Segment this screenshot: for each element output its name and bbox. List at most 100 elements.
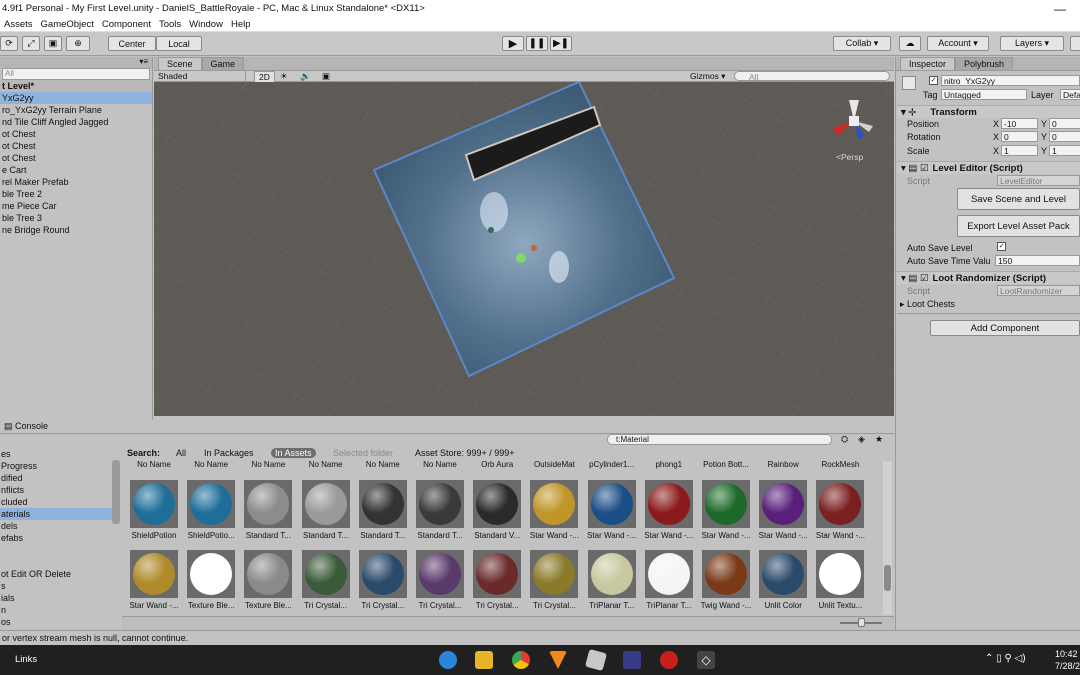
loot-chests-foldout[interactable]: ▸ Loot Chests	[900, 299, 955, 310]
hierarchy-item[interactable]: rel Maker Prefab	[0, 176, 152, 188]
app-icon-3[interactable]	[660, 651, 678, 669]
material-asset[interactable]: Standard V...	[469, 480, 525, 540]
material-asset[interactable]: Standard T...	[240, 480, 296, 540]
auto-save-time-field[interactable]: 150	[995, 255, 1080, 266]
export-asset-pack-button[interactable]: Export Level Asset Pack	[957, 215, 1080, 237]
material-asset[interactable]: Tri Crystal...	[469, 550, 525, 610]
folder-item[interactable]: efabs	[0, 532, 112, 544]
tray-icons[interactable]: ⌃ ▯ ⚲ ◁)	[985, 653, 1026, 664]
auto-save-checkbox[interactable]: ✓	[997, 242, 1006, 251]
folder-item[interactable]: ials	[0, 592, 112, 604]
folder-item[interactable]	[0, 556, 112, 568]
asset-name-label[interactable]: OutsideMat	[526, 460, 582, 469]
effects-icon[interactable]: ▣	[322, 71, 330, 82]
folder-item[interactable]: cluded	[0, 496, 112, 508]
clock-date[interactable]: 7/28/2	[1055, 661, 1080, 671]
material-asset[interactable]: Star Wand -...	[641, 480, 697, 540]
links-toolbar[interactable]: Links	[15, 654, 37, 665]
asset-name-label[interactable]: No Name	[412, 460, 468, 469]
account-dropdown[interactable]: Account ▾	[927, 36, 989, 51]
folder-item[interactable]: os	[0, 616, 112, 626]
tag-dropdown[interactable]: Untagged	[941, 89, 1027, 100]
menu-gameobject[interactable]: GameObject	[37, 19, 98, 30]
file-explorer-icon[interactable]	[475, 651, 493, 669]
tab-game[interactable]: Game	[201, 57, 245, 70]
material-asset[interactable]: Star Wand -...	[584, 480, 640, 540]
project-search-input[interactable]: t:Material	[607, 434, 832, 445]
clock-time[interactable]: 10:42	[1055, 649, 1078, 659]
favorite-icon[interactable]: ★	[875, 434, 883, 445]
material-asset[interactable]: Unlit Color	[755, 550, 811, 610]
hierarchy-item[interactable]: ot Chest	[0, 152, 152, 164]
orientation-gizmo[interactable]	[829, 96, 879, 146]
hierarchy-item[interactable]: ot Chest	[0, 140, 152, 152]
material-asset[interactable]: Star Wand -...	[526, 480, 582, 540]
loot-script-field[interactable]: LootRandomizer	[997, 285, 1080, 296]
scale-y-field[interactable]: 1	[1049, 145, 1080, 156]
scene-search[interactable]: All	[734, 71, 890, 82]
material-asset[interactable]: Star Wand -...	[698, 480, 754, 540]
material-asset[interactable]: TriPlanar T...	[584, 550, 640, 610]
tab-scene[interactable]: Scene	[158, 57, 202, 70]
level-editor-header[interactable]: ▾ ▤ ☑ Level Editor (Script)	[897, 161, 1080, 174]
hierarchy-item[interactable]: YxG2yy	[0, 92, 152, 104]
menu-assets[interactable]: Assets	[0, 19, 37, 30]
transform-tool-icon[interactable]: ⊕	[66, 36, 90, 51]
scroll-thumb[interactable]	[884, 565, 891, 591]
asset-name-label[interactable]: phong1	[641, 460, 697, 469]
asset-name-label[interactable]: Orb Aura	[469, 460, 525, 469]
folder-item[interactable]: dels	[0, 520, 112, 532]
app-icon-2[interactable]	[623, 651, 641, 669]
hierarchy-item[interactable]: ble Tree 2	[0, 188, 152, 200]
unity-icon[interactable]: ◇	[697, 651, 715, 669]
asset-scrollbar[interactable]	[883, 461, 892, 615]
transform-header[interactable]: ▾ ⊹ Transform	[897, 105, 1080, 118]
folder-item[interactable]: Progress	[0, 460, 112, 472]
hierarchy-item[interactable]: me Piece Car	[0, 200, 152, 212]
rotate-tool-icon[interactable]: ⟳	[0, 36, 18, 51]
tab-console[interactable]: ▤ Console	[0, 420, 57, 433]
material-asset[interactable]: Star Wand -...	[755, 480, 811, 540]
tab-polybrush[interactable]: Polybrush	[955, 57, 1014, 70]
folder-item[interactable]: aterials	[0, 508, 112, 520]
folder-item[interactable]: nflicts	[0, 484, 112, 496]
menu-tools[interactable]: Tools	[155, 19, 185, 30]
shading-dropdown[interactable]: Shaded	[158, 71, 246, 81]
loot-randomizer-header[interactable]: ▾ ▤ ☑ Loot Randomizer (Script)	[897, 271, 1080, 284]
asset-name-label[interactable]: Potion Bott...	[698, 460, 754, 469]
hierarchy-item[interactable]: nd Tile Cliff Angled Jagged	[0, 116, 152, 128]
folder-item[interactable]: n	[0, 604, 112, 616]
hierarchy-menu-icon[interactable]: ▾≡	[0, 57, 152, 68]
hierarchy-search[interactable]: All	[2, 68, 150, 80]
layers-dropdown[interactable]: Layers ▾	[1000, 36, 1064, 51]
hierarchy-item[interactable]: ot Chest	[0, 128, 152, 140]
rotation-x-field[interactable]: 0	[1001, 131, 1038, 142]
material-asset[interactable]: TriPlanar T...	[641, 550, 697, 610]
material-asset[interactable]: Standard T...	[298, 480, 354, 540]
level-editor-script-field[interactable]: LevelEditor	[997, 175, 1080, 186]
asset-name-label[interactable]: No Name	[298, 460, 354, 469]
filter-in-packages[interactable]: In Packages	[204, 448, 254, 458]
perspective-label[interactable]: <Persp	[836, 152, 863, 162]
menu-component[interactable]: Component	[98, 19, 155, 30]
pivot-local-button[interactable]: Local	[156, 36, 202, 51]
play-button[interactable]: ▶	[502, 36, 524, 51]
filter-type-icon[interactable]: ⛭	[841, 434, 848, 445]
material-asset[interactable]: Tri Crystal...	[526, 550, 582, 610]
pause-button[interactable]: ❚❚	[526, 36, 548, 51]
asset-name-label[interactable]: Rainbow	[755, 460, 811, 469]
material-asset[interactable]: Star Wand -...	[126, 550, 182, 610]
cloud-icon[interactable]: ☁	[899, 36, 921, 51]
chest-marker[interactable]	[516, 253, 526, 263]
material-asset[interactable]: Texture Ble...	[183, 550, 239, 610]
folder-item[interactable]: ot Edit OR Delete	[0, 568, 112, 580]
material-asset[interactable]: Twig Wand -...	[698, 550, 754, 610]
asset-name-label[interactable]: RockMesh	[812, 460, 868, 469]
gizmos-dropdown[interactable]: Gizmos ▾	[690, 71, 725, 82]
rect-tool-icon[interactable]: ▣	[44, 36, 62, 51]
layout-dropdown[interactable]	[1070, 36, 1080, 51]
asset-name-label[interactable]: No Name	[355, 460, 411, 469]
audio-icon[interactable]: 🔊	[300, 71, 311, 82]
asset-name-label[interactable]: No Name	[126, 460, 182, 469]
lighting-icon[interactable]: ☀	[280, 71, 288, 82]
